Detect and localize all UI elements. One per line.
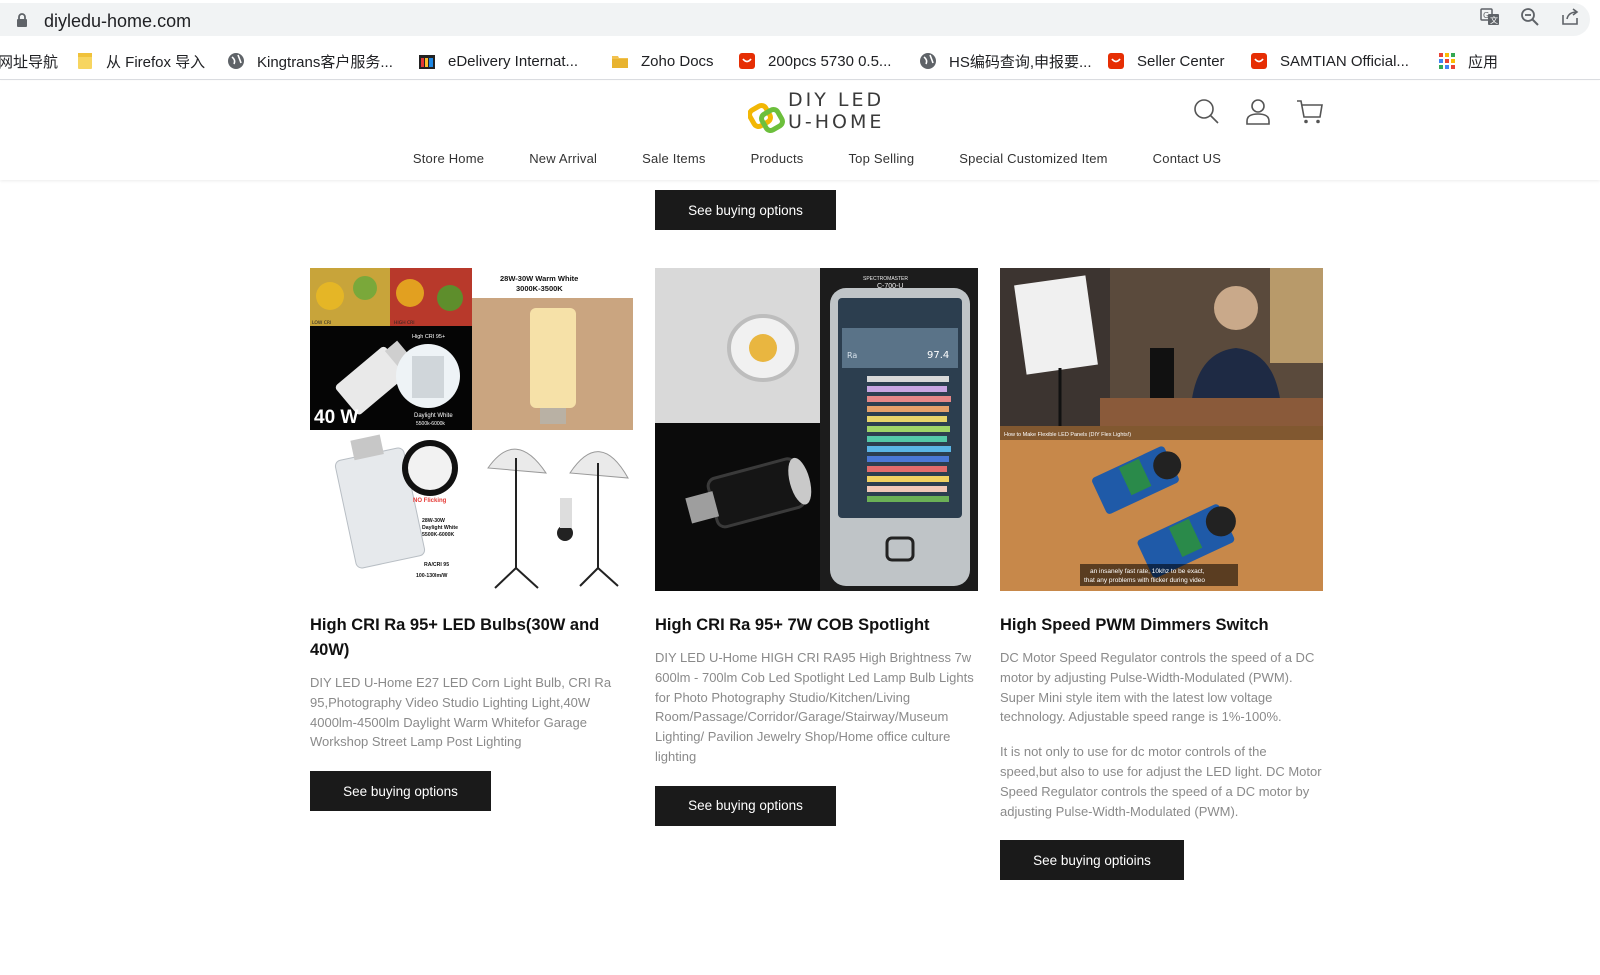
url-text[interactable]: diyledu-home.com: [44, 11, 191, 32]
description-paragraph: It is not only to use for dc motor contr…: [1000, 744, 1322, 819]
device-brand: SPECTROMASTER: [863, 276, 908, 282]
globe-icon: [920, 53, 936, 69]
apps-grid-icon: [1439, 53, 1455, 69]
ra-readout-label: Ra: [847, 351, 857, 360]
nav-new-arrival[interactable]: New Arrival: [529, 151, 597, 166]
logo-line-1: DIY LED: [788, 89, 885, 111]
low-cri-label: LOW CRI: [312, 320, 331, 326]
nav-store-home[interactable]: Store Home: [413, 151, 484, 166]
spec-label-3: 5500K-6000K: [422, 532, 455, 538]
bookmark-kingtrans[interactable]: Kingtrans客户服务...: [227, 50, 393, 72]
cart-icon[interactable]: [1296, 97, 1324, 125]
description-paragraph: DC Motor Speed Regulator controls the sp…: [1000, 650, 1315, 725]
nav-special-customized-item[interactable]: Special Customized Item: [959, 151, 1107, 166]
device-model: C-700-U: [877, 283, 903, 290]
bookmark-hs-code[interactable]: HS编码查询,申报要...: [919, 50, 1092, 72]
product-title[interactable]: High Speed PWM Dimmers Switch: [1000, 613, 1323, 638]
globe-icon: [228, 53, 244, 69]
nav-top-selling[interactable]: Top Selling: [848, 151, 914, 166]
site-header: DIY LED U-HOME Store Home New Arrival Sa…: [0, 81, 1600, 180]
svg-text:文: 文: [1490, 15, 1498, 25]
product-image-cob-spotlight[interactable]: SPECTROMASTER C-700-U Ra 97.4: [655, 268, 978, 591]
logo-mark-icon: [748, 103, 785, 133]
folder-icon: [78, 53, 92, 69]
site-logo[interactable]: DIY LED U-HOME: [748, 89, 898, 139]
lock-icon[interactable]: [16, 13, 28, 27]
cri-badge: High CRI 95+: [412, 334, 445, 340]
product-description: DIY LED U-Home E27 LED Corn Light Bulb, …: [310, 673, 633, 752]
bookmark-edelivery[interactable]: eDelivery Internat...: [418, 50, 578, 72]
browser-address-bar: diyledu-home.com G 文: [0, 0, 1600, 38]
daylight-label: Daylight White: [414, 413, 453, 419]
store-icon: [1251, 53, 1267, 69]
shop-icon: [419, 55, 435, 69]
bookmark-nav[interactable]: 网址导航: [0, 50, 58, 72]
video-caption-1: an insanely fast rate, 10khz to be exact…: [1090, 568, 1205, 575]
description-paragraph: DIY LED U-Home E27 LED Corn Light Bulb, …: [310, 675, 612, 750]
video-caption-2: that any problems with flicker during vi…: [1084, 577, 1205, 584]
bookmark-200pcs[interactable]: 200pcs 5730 0.5...: [738, 50, 891, 72]
bookmark-firefox-import[interactable]: 从 Firefox 导入: [76, 50, 205, 72]
ra-readout-value: 97.4: [927, 350, 949, 361]
ra-label-1: RA/CRI 95: [424, 562, 449, 568]
bookmark-label: 200pcs 5730 0.5...: [768, 52, 892, 70]
bookmark-label: 从 Firefox 导入: [106, 53, 206, 71]
no-flicking-label: NO Flicking: [413, 498, 447, 504]
product-card: SPECTROMASTER C-700-U Ra 97.4 High CRI R…: [655, 268, 978, 826]
see-buying-options-button[interactable]: See buying options: [310, 771, 491, 812]
bookmark-label: HS编码查询,申报要...: [949, 53, 1092, 71]
product-card: How to Make Flexible LED Panels (DIY Fle…: [1000, 268, 1323, 881]
bookmark-apps[interactable]: 应用: [1438, 50, 1498, 72]
ra-label-2: 100-130lm/W: [416, 573, 448, 579]
spec-label-1: 28W-30W: [422, 518, 445, 524]
bookmarks-bar: 网址导航 从 Firefox 导入 Kingtrans客户服务... eDeli…: [0, 42, 1600, 80]
bookmark-label: Zoho Docs: [641, 52, 714, 70]
omnibox[interactable]: diyledu-home.com: [0, 3, 1590, 36]
product-image-pwm-dimmer[interactable]: How to Make Flexible LED Panels (DIY Fle…: [1000, 268, 1323, 591]
see-buying-options-button[interactable]: See buying options: [655, 190, 836, 230]
warm-white-label: 28W-30W Warm White: [500, 274, 578, 283]
bookmark-label: Kingtrans客户服务...: [257, 53, 393, 71]
bookmark-seller-center[interactable]: Seller Center: [1107, 50, 1225, 72]
bookmark-label: SAMTIAN Official...: [1280, 52, 1409, 70]
search-icon[interactable]: [1192, 97, 1220, 125]
high-cri-label: HIGH CRI: [394, 320, 415, 326]
address-bar-actions: G 文: [1480, 7, 1580, 27]
main-nav: Store Home New Arrival Sale Items Produc…: [0, 151, 1600, 166]
logo-text: DIY LED U-HOME: [788, 89, 884, 133]
svg-text:G: G: [1483, 11, 1489, 20]
product-image-led-corn-bulbs[interactable]: LOW CRI HIGH CRI 40 W High CRI 95+ Dayli…: [310, 268, 633, 591]
store-icon: [739, 53, 755, 69]
bookmark-label: eDelivery Internat...: [448, 52, 579, 70]
product-title[interactable]: High CRI Ra 95+ LED Bulbs(30W and 40W): [310, 613, 633, 663]
see-buying-options-button[interactable]: See buying options: [655, 785, 836, 826]
user-icon[interactable]: [1244, 97, 1272, 125]
share-icon[interactable]: [1560, 7, 1580, 27]
nav-products[interactable]: Products: [751, 151, 804, 166]
logo-line-2: U-HOME: [788, 111, 885, 133]
warm-white-temp-label: 3000K-3500K: [516, 284, 563, 293]
zoom-out-icon[interactable]: [1520, 7, 1540, 27]
translate-icon[interactable]: G 文: [1480, 7, 1500, 27]
bookmark-label: 应用: [1468, 53, 1499, 71]
video-title: How to Make Flexible LED Panels (DIY Fle…: [1004, 432, 1131, 438]
header-actions: [1192, 97, 1324, 125]
see-buying-options-button[interactable]: See buying optioins: [1000, 840, 1184, 881]
nav-contact-us[interactable]: Contact US: [1153, 151, 1221, 166]
bookmark-label: Seller Center: [1137, 52, 1225, 70]
description-paragraph: DIY LED U-Home HIGH CRI RA95 High Bright…: [655, 650, 974, 764]
folder-icon: [612, 56, 628, 68]
product-description: DIY LED U-Home HIGH CRI RA95 High Bright…: [655, 648, 978, 767]
daylight-temp-label: 5500k-6000k: [416, 421, 445, 427]
spec-label-2: Daylight White: [422, 525, 458, 531]
nav-sale-items[interactable]: Sale Items: [642, 151, 705, 166]
product-description: DC Motor Speed Regulator controls the sp…: [1000, 648, 1323, 821]
bookmark-zoho-docs[interactable]: Zoho Docs: [611, 50, 714, 72]
bookmark-label: 网址导航: [0, 53, 59, 71]
product-title[interactable]: High CRI Ra 95+ 7W COB Spotlight: [655, 613, 978, 638]
watt-label: 40 W: [314, 407, 358, 428]
bookmark-samtian[interactable]: SAMTIAN Official...: [1250, 50, 1409, 72]
product-card: LOW CRI HIGH CRI 40 W High CRI 95+ Dayli…: [310, 268, 633, 812]
store-icon: [1108, 53, 1124, 69]
